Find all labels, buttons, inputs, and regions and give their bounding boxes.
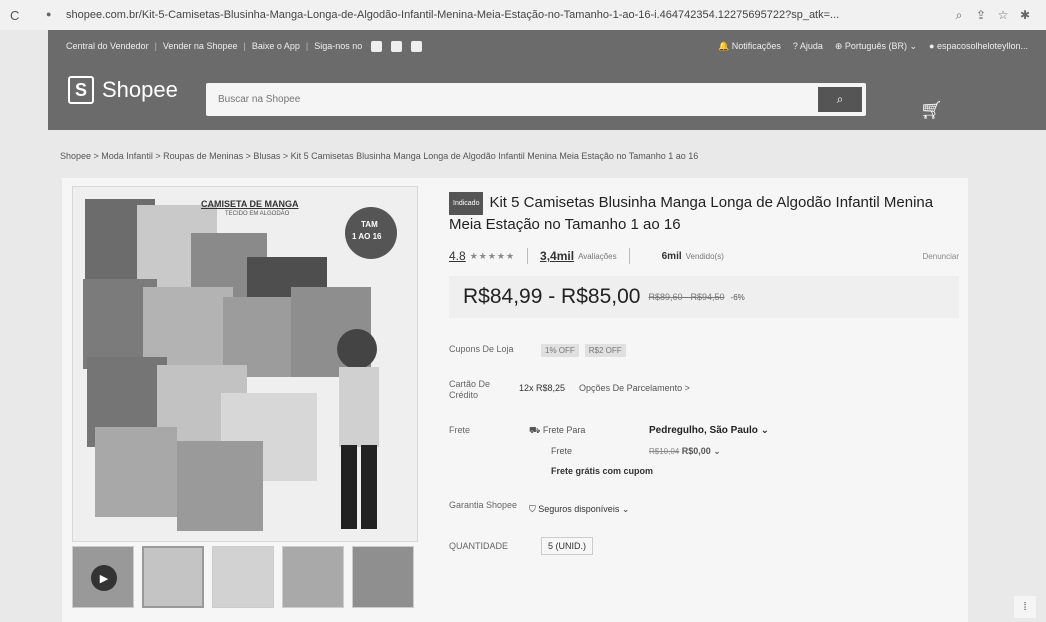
guarantee-label: Garantia Shopee [449,500,518,510]
coupons-label: Cupons De Loja [449,344,514,354]
product-title: Indicado Kit 5 Camisetas Blusinha Manga L… [449,192,934,233]
play-icon: ▶ [91,565,117,591]
share-icon[interactable]: ⇪ [970,8,992,22]
linkedin-icon[interactable] [411,40,423,52]
quantity-row: QUANTIDADE 5 (UNID.) [449,537,959,555]
sold-label: Vendido(s) [685,251,724,261]
reload-icon[interactable]: C [10,8,28,23]
scroll-handle[interactable]: ⁞ [1014,596,1036,618]
coupons-row: Cupons De Loja 1% OFF R$2 OFF [449,344,959,357]
installment-options-link[interactable]: Opções De Parcelamento > [579,383,690,401]
thumbnail-image[interactable] [282,546,344,608]
star-icon[interactable]: ☆ [992,8,1014,22]
reviews-count[interactable]: 3,4mil [540,249,574,263]
thumbnail-image[interactable] [142,546,204,608]
shopee-bag-icon: S [68,76,94,104]
freight-label: Frete [551,446,573,456]
shipping-details: ⛟ Frete Para Pedregulho, São Paulo ⌄ Fre… [529,425,789,476]
reviews-label: Avaliações [578,251,617,261]
size-badge-range: 1 AO 16 [352,232,382,241]
search-icon[interactable]: ⌕ [948,8,970,23]
cart-icon[interactable]: 🛒︎ [920,100,943,121]
guarantee-row: Garantia Shopee ⛉ Seguros disponíveis ⌄ [449,500,959,515]
shipping-location[interactable]: Pedregulho, São Paulo ⌄ [649,425,789,437]
search-bar: ⌕ [206,83,866,116]
seller-center-link[interactable]: Central do Vendedor [66,41,149,51]
sold-count: 6mil [661,250,682,262]
credit-card-label: Cartão De Crédito [449,379,491,400]
preferred-badge: Indicado [449,192,484,215]
quantity-select[interactable]: 5 (UNID.) [541,537,593,555]
banner-text: CAMISETA DE MANGA [201,199,299,209]
user-menu[interactable]: ● espacosolheloteyllon... [929,41,1028,51]
installment-value: 12x R$8,25 [519,383,566,393]
coupon-chip[interactable]: 1% OFF [541,344,579,357]
old-price: R$89,60 - R$94,50 [648,292,725,302]
rating-row: 4.8 ★★★★★ 3,4mil Avaliações 6mil Vendido… [449,248,959,264]
product-info: Indicado Kit 5 Camisetas Blusinha Manga L… [449,192,959,555]
search-button[interactable]: ⌕ [818,87,862,112]
lock-icon: ● [46,9,52,19]
app-link[interactable]: Baixe o App [252,41,300,51]
shipping-row: Frete ⛟ Frete Para Pedregulho, São Paulo… [449,425,959,476]
discount-badge: -6% [730,292,745,302]
shipping-to: ⛟ Frete Para [529,425,586,435]
video-thumbnail[interactable]: ▶ [72,546,134,608]
coupon-chip[interactable]: R$2 OFF [584,344,626,357]
guarantee-value[interactable]: ⛉ Seguros disponíveis ⌄ [529,504,629,515]
breadcrumb[interactable]: Shopee > Moda Infantil > Roupas de Menin… [60,151,698,161]
report-link[interactable]: Denunciar [923,252,959,261]
extension-icon[interactable]: ✱ [1014,8,1036,22]
language-select[interactable]: ⊕ Português (BR) ⌄ [835,41,917,52]
browser-toolbar: C ● shopee.com.br/Kit-5-Camisetas-Blusin… [0,0,1046,30]
notifications-link[interactable]: 🔔 Notificações [718,41,781,52]
shopee-logo[interactable]: S Shopee [68,76,178,104]
follow-label: Siga-nos no [314,41,363,51]
rating-stars: ★★★★★ [469,250,516,261]
free-shipping-note: Frete grátis com cupom [551,466,654,476]
sell-link[interactable]: Vender na Shopee [163,41,238,51]
address-bar[interactable]: shopee.com.br/Kit-5-Camisetas-Blusinha-M… [66,9,948,21]
thumbnail-image[interactable] [352,546,414,608]
thumbnail-image[interactable] [212,546,274,608]
freight-price[interactable]: R$10,04 R$0,00 ⌄ [649,446,789,457]
quantity-label: QUANTIDADE [449,540,509,551]
rating-value[interactable]: 4.8 [449,249,466,263]
truck-icon: ⛟ [529,425,543,435]
size-badge-label: TAM [361,220,378,229]
price-box: R$84,99 - R$85,00 R$89,60 - R$94,50 -6% [449,276,959,318]
facebook-icon[interactable] [371,40,383,52]
shield-icon: ⛉ [529,504,539,514]
banner-subtext: TECIDO EM ALGODÃO [225,211,290,217]
site-header: Central do Vendedor | Vender na Shopee |… [48,30,1046,130]
shipping-label: Frete [449,425,471,435]
credit-card-row: Cartão De Crédito 12x R$8,25 Opções De P… [449,379,959,401]
thumbnail-strip: ▶ [72,546,418,612]
search-input[interactable] [206,83,806,116]
price-range: R$84,99 - R$85,00 [463,285,641,308]
product-card: CAMISETA DE MANGA TECIDO EM ALGODÃO TAM … [62,178,968,622]
top-nav: Central do Vendedor | Vender na Shopee |… [66,40,1028,52]
instagram-icon[interactable] [391,40,403,52]
help-link[interactable]: ? Ajuda [793,41,823,51]
product-main-image[interactable]: CAMISETA DE MANGA TECIDO EM ALGODÃO TAM … [72,186,418,542]
